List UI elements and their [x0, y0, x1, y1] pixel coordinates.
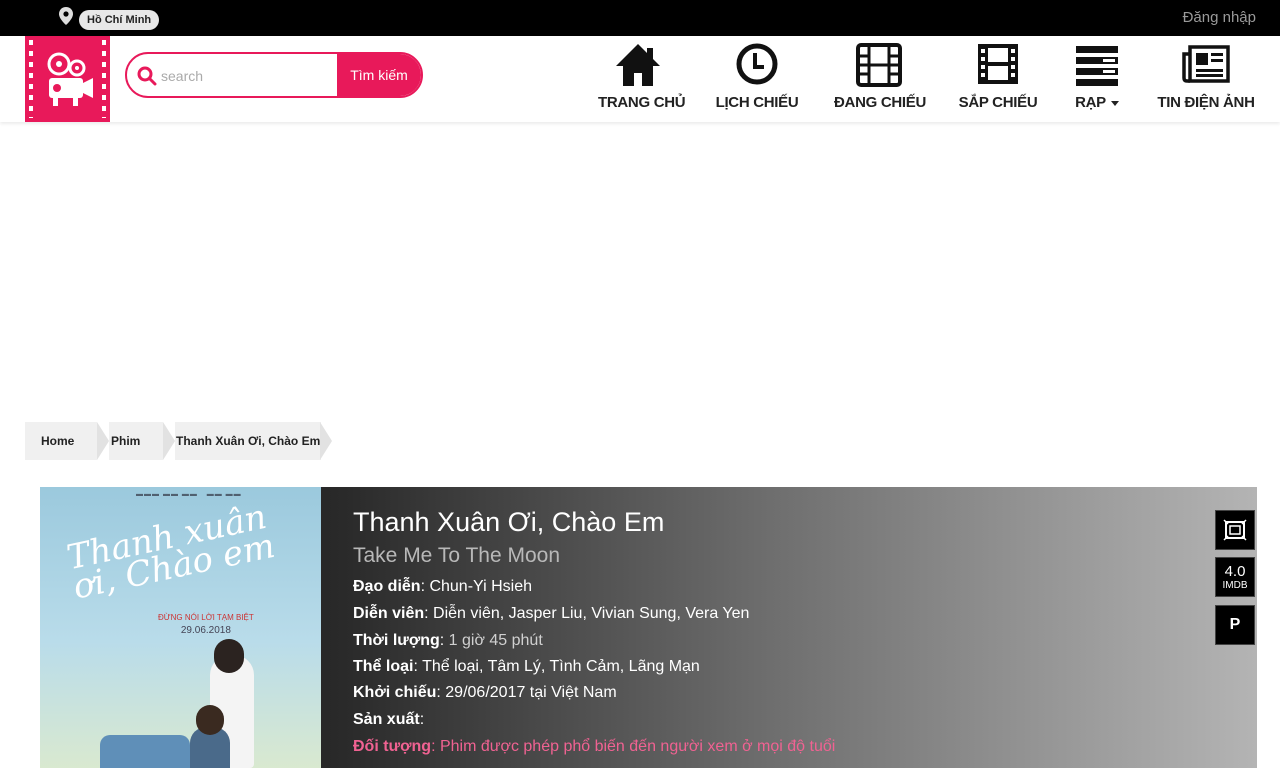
breadcrumb-home[interactable]: Home — [25, 422, 97, 460]
clock-icon — [736, 43, 778, 85]
age-rating: P — [1229, 616, 1241, 633]
logo-film-perforation — [29, 40, 33, 118]
movie-poster[interactable]: ▬▬▬ ▬▬ ▬▬ ▬▬ ▬▬ Thanh xuân ơi, Chào em Đ… — [40, 487, 321, 768]
movie-hero: ▬▬▬ ▬▬ ▬▬ ▬▬ ▬▬ Thanh xuân ơi, Chào em Đ… — [40, 487, 1257, 768]
nav-movie-news-label: TIN ĐIỆN ẢNH — [1157, 94, 1255, 111]
site-logo[interactable] — [25, 36, 110, 122]
map-marker-icon[interactable] — [59, 7, 73, 25]
poster-credits: ▬▬▬ ▬▬ ▬▬ ▬▬ ▬▬ — [136, 491, 242, 498]
search-button[interactable]: Tìm kiếm — [337, 54, 421, 96]
nav-home-label: TRANG CHỦ — [598, 94, 686, 111]
chevron-down-icon — [1110, 100, 1119, 106]
nav-movie-news[interactable]: TIN ĐIỆN ẢNH — [1156, 42, 1256, 122]
poster-figure-head — [214, 639, 244, 673]
imdb-label: IMDB — [1222, 580, 1248, 591]
movie-original-title: Take Me To The Moon — [353, 544, 561, 567]
nav-cinemas-label: RẠP — [1070, 94, 1124, 111]
breadcrumb-movies[interactable]: Phim — [109, 422, 163, 460]
breadcrumb-current: Thanh Xuân Ơi, Chào Em — [175, 422, 321, 460]
search-box: Tìm kiếm — [125, 52, 423, 98]
film-strip-icon — [978, 44, 1018, 84]
nav-showtimes[interactable]: LỊCH CHIẾU — [714, 42, 800, 122]
info-director: Đạo diễn: Chun-Yi Hsieh — [353, 578, 533, 595]
search-input[interactable] — [159, 64, 333, 88]
search-icon[interactable] — [137, 66, 157, 86]
info-genre: Thể loại: Thể loại, Tâm Lý, Tình Cảm, Lã… — [353, 658, 700, 675]
poster-car — [100, 735, 190, 768]
nav-now-showing[interactable]: ĐANG CHIẾU — [834, 42, 927, 122]
poster-figure-head — [196, 705, 224, 735]
poster-tagline-text: ĐỪNG NÓI LỜI TẠM BIỆT — [158, 613, 254, 622]
breadcrumb-separator — [320, 422, 332, 460]
film-icon — [856, 43, 902, 87]
nav-coming-soon-label: SẮP CHIẾU — [958, 94, 1038, 111]
trailer-frame-icon — [1223, 519, 1247, 541]
poster-tagline: ĐỪNG NÓI LỜI TẠM BIỆT 29.06.2018 — [158, 611, 254, 637]
poster-date: 29.06.2018 — [180, 625, 231, 636]
login-link[interactable]: Đăng nhập — [1183, 9, 1256, 26]
imdb-score: 4.0 — [1224, 563, 1246, 580]
film-projector-icon — [47, 52, 93, 106]
nav-coming-soon[interactable]: SẮP CHIẾU — [956, 42, 1040, 122]
nav-showtimes-label: LỊCH CHIẾU — [715, 94, 799, 111]
breadcrumb-separator — [163, 422, 175, 460]
nav-home[interactable]: TRANG CHỦ — [598, 42, 686, 122]
movie-title: Thanh Xuân Ơi, Chào Em — [353, 507, 665, 537]
top-bar: Hồ Chí Minh Đăng nhập — [0, 0, 1280, 36]
list-icon — [1076, 46, 1118, 86]
breadcrumb: Home Phim Thanh Xuân Ơi, Chào Em — [25, 422, 332, 460]
poster-title-art: Thanh xuân ơi, Chào em — [63, 496, 279, 608]
nav-cinemas[interactable]: RẠP — [1070, 42, 1124, 122]
nav-now-showing-label: ĐANG CHIẾU — [834, 94, 927, 111]
trailer-button[interactable] — [1215, 510, 1255, 550]
info-release: Khởi chiếu: 29/06/2017 tại Việt Nam — [353, 684, 617, 701]
breadcrumb-separator — [97, 422, 109, 460]
info-duration: Thời lượng: 1 giờ 45 phút — [353, 632, 543, 649]
logo-film-perforation — [102, 40, 106, 118]
home-icon — [616, 44, 660, 86]
info-cast: Diễn viên: Diễn viên, Jasper Liu, Vivian… — [353, 605, 750, 622]
imdb-score-badge: 4.0 IMDB — [1215, 557, 1255, 597]
city-selector[interactable]: Hồ Chí Minh — [79, 10, 160, 30]
age-rating-badge: P — [1215, 605, 1255, 645]
info-producer: Sản xuất: — [353, 711, 425, 728]
newspaper-icon — [1182, 45, 1230, 83]
main-header: Tìm kiếm TRANG CHỦ LỊCH CHIẾU ĐANG CHIẾU — [0, 36, 1280, 122]
info-audience: Đối tượng: Phim được phép phổ biến đến n… — [353, 738, 836, 755]
